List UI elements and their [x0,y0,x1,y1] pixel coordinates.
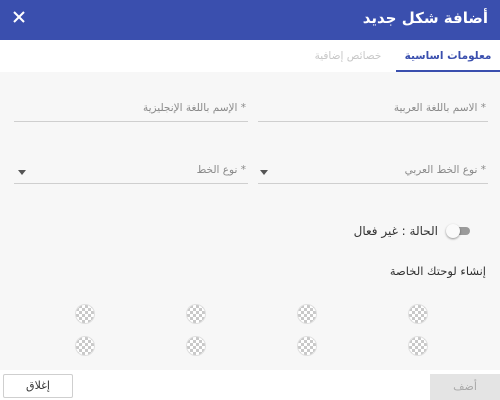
color-swatch[interactable] [186,336,206,356]
english-name-label: الإسم باللغة الإنجليزية * [142,102,246,114]
color-swatch[interactable] [297,336,317,356]
dialog-header: أضافة شكل جديد [0,0,500,40]
color-swatch[interactable] [408,304,428,324]
chevron-down-icon [18,170,26,175]
dialog-footer: إغلاق أضف [0,370,500,400]
english-name-field[interactable]: الإسم باللغة الإنجليزية * [14,98,248,122]
arabic-name-field[interactable]: الاسم باللغة العربية * [258,98,488,122]
close-button[interactable]: إغلاق [3,374,73,398]
font-type-label: نوع الخط * [196,164,246,176]
color-swatch[interactable] [297,304,317,324]
arabic-font-type-label: نوع الخط العربي * [404,164,486,176]
tab-extra-properties[interactable]: خصائص إضافية [300,40,396,72]
status-toggle[interactable] [446,224,472,238]
tab-bar: معلومات اساسية خصائص إضافية [0,40,500,72]
dialog-title: أضافة شكل جديد [362,9,488,27]
create-board-title: إنشاء لوحتك الخاصة [389,264,486,278]
color-swatch[interactable] [75,336,95,356]
font-type-select[interactable]: نوع الخط * [14,160,248,184]
color-swatch[interactable] [408,336,428,356]
status-row: الحالة : غير فعال [354,224,472,238]
arabic-name-label: الاسم باللغة العربية * [393,102,486,114]
form-content: الاسم باللغة العربية * الإسم باللغة الإن… [0,72,500,370]
chevron-down-icon [260,170,268,175]
close-icon[interactable] [10,8,28,26]
status-label: الحالة : غير فعال [353,224,438,238]
color-swatch[interactable] [75,304,95,324]
toggle-knob [446,224,460,238]
add-button[interactable]: أضف [430,374,500,400]
tab-basic-info[interactable]: معلومات اساسية [396,40,500,72]
arabic-font-type-select[interactable]: نوع الخط العربي * [258,160,488,184]
color-swatch[interactable] [186,304,206,324]
